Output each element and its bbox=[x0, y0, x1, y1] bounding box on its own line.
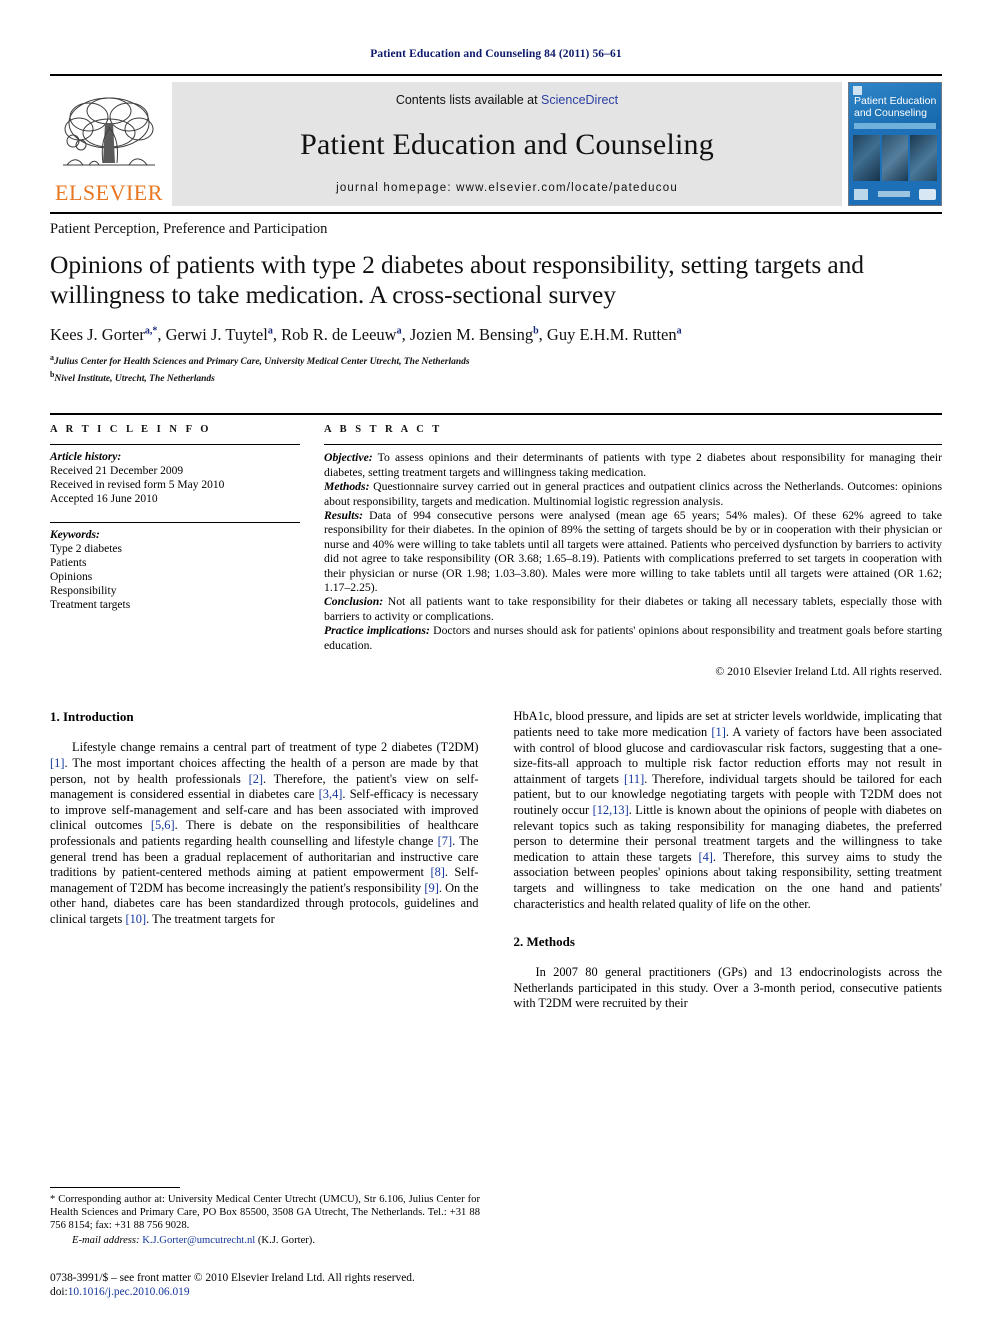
article-history-group: Article history: Received 21 December 20… bbox=[50, 445, 300, 506]
heading-methods: 2. Methods bbox=[513, 934, 575, 950]
citation-ref[interactable]: [8] bbox=[430, 865, 444, 879]
methods-label: Methods: bbox=[324, 480, 370, 494]
history-item: Received in revised form 5 May 2010 bbox=[50, 479, 225, 492]
body-column-right: HbA1c, blood pressure, and lipids are se… bbox=[514, 709, 943, 1012]
citation-ref[interactable]: [11] bbox=[624, 772, 644, 786]
footnote-block: * Corresponding author at: University Me… bbox=[50, 1187, 480, 1247]
keyword-item: Type 2 diabetes bbox=[50, 543, 123, 556]
doi-line: doi:10.1016/j.pec.2010.06.019 bbox=[50, 1285, 480, 1299]
affiliation-a: aJulius Center for Health Sciences and P… bbox=[50, 353, 470, 368]
journal-title: Patient Education and Counseling bbox=[300, 127, 714, 161]
abstract-column: A B S T R A C T Objective: To assess opi… bbox=[324, 424, 942, 679]
intro-paragraph-right: HbA1c, blood pressure, and lipids are se… bbox=[513, 709, 943, 911]
journal-cover-thumbnail: Patient Education and Counseling bbox=[848, 82, 942, 206]
heading-introduction: 1. Introduction bbox=[50, 709, 134, 725]
objective-label: Objective: bbox=[324, 451, 373, 465]
citation-ref[interactable]: [12,13] bbox=[593, 803, 629, 817]
conclusion-label: Conclusion: bbox=[324, 595, 384, 609]
doi-label: doi: bbox=[50, 1286, 68, 1298]
keyword-item: Opinions bbox=[50, 571, 93, 584]
abstract-results: Results: Data of 994 consecutive persons… bbox=[324, 509, 942, 595]
body-columns: 1. Introduction Lifestyle change remains… bbox=[50, 709, 942, 1012]
sciencedirect-link[interactable]: ScienceDirect bbox=[541, 93, 618, 107]
contents-prefix: Contents lists available at bbox=[395, 93, 538, 107]
citation-ref[interactable]: [3,4] bbox=[319, 787, 343, 801]
methods-paragraph: In 2007 80 general practitioners (GPs) a… bbox=[513, 965, 943, 1011]
running-head: Patient Education and Counseling 84 (201… bbox=[370, 48, 622, 60]
implications-label: Practice implications: bbox=[324, 624, 430, 638]
results-text: Data of 994 consecutive persons were ana… bbox=[324, 508, 942, 594]
author-list: Kees J. Gortera,*, Gerwi J. Tuytela, Rob… bbox=[50, 325, 682, 344]
article-info-kicker: A R T I C L E I N F O bbox=[50, 424, 212, 436]
abstract-objective: Objective: To assess opinions and their … bbox=[324, 451, 942, 480]
journal-section-heading: Patient Perception, Preference and Parti… bbox=[50, 221, 328, 237]
elsevier-tree-icon bbox=[63, 97, 155, 166]
contents-available-line: Contents lists available at ScienceDirec… bbox=[396, 93, 618, 107]
citation-ref[interactable]: [1] bbox=[711, 725, 725, 739]
keyword-item: Responsibility bbox=[50, 585, 117, 598]
history-item: Received 21 December 2009 bbox=[50, 465, 184, 478]
citation-ref[interactable]: [9] bbox=[424, 881, 438, 895]
cover-logo-left bbox=[854, 188, 868, 200]
email-label: E-mail address: bbox=[72, 1235, 140, 1246]
doi-link[interactable]: 10.1016/j.pec.2010.06.019 bbox=[68, 1286, 190, 1298]
email-note: E-mail address: K.J.Gorter@umcutrecht.nl… bbox=[50, 1234, 480, 1247]
footnote-rule bbox=[50, 1187, 180, 1188]
email-owner: (K.J. Gorter). bbox=[257, 1235, 315, 1246]
keywords-label: Keywords: bbox=[50, 529, 100, 542]
imprint-block: 0738-3991/$ – see front matter © 2010 El… bbox=[50, 1271, 480, 1299]
email-link[interactable]: K.J.Gorter@umcutrecht.nl bbox=[142, 1235, 255, 1246]
affiliations: aJulius Center for Health Sciences and P… bbox=[50, 352, 942, 385]
results-label: Results: bbox=[324, 508, 363, 522]
citation-ref[interactable]: [5,6] bbox=[151, 818, 175, 832]
cover-photo-strip bbox=[853, 135, 938, 181]
abstract-implications: Practice implications: Doctors and nurse… bbox=[324, 624, 942, 653]
abstract-body: Objective: To assess opinions and their … bbox=[324, 445, 942, 679]
citation-ref[interactable]: [2] bbox=[249, 772, 263, 786]
methods-text: Questionnaire survey carried out in gene… bbox=[324, 480, 942, 508]
elsevier-wordmark: ELSEVIER bbox=[55, 180, 163, 205]
abstract-conclusion: Conclusion: Not all patients want to tak… bbox=[324, 595, 942, 624]
journal-masthead: ELSEVIER Contents lists available at Sci… bbox=[50, 74, 942, 206]
keywords-group: Keywords: Type 2 diabetes Patients Opini… bbox=[50, 523, 300, 612]
article-page: Patient Education and Counseling 84 (201… bbox=[0, 0, 992, 1323]
cover-title: Patient Education and Counseling bbox=[854, 95, 937, 119]
elsevier-logo: ELSEVIER bbox=[50, 82, 168, 206]
citation-ref[interactable]: [10] bbox=[125, 912, 146, 926]
article-info-column: A R T I C L E I N F O Article history: R… bbox=[50, 424, 324, 679]
abstract-kicker: A B S T R A C T bbox=[324, 424, 443, 436]
page-title: Opinions of patients with type 2 diabete… bbox=[50, 250, 864, 309]
issn-copyright-line: 0738-3991/$ – see front matter © 2010 El… bbox=[50, 1272, 415, 1284]
cover-logo-middle bbox=[877, 191, 910, 197]
intro-paragraph-left: Lifestyle change remains a central part … bbox=[50, 740, 479, 926]
cover-subtitle-bar bbox=[854, 123, 936, 129]
citation-ref[interactable]: [1] bbox=[50, 756, 64, 770]
history-item: Accepted 16 June 2010 bbox=[50, 493, 158, 506]
objective-text: To assess opinions and their determinant… bbox=[324, 451, 942, 479]
affiliation-b: bNivel Institute, Utrecht, The Netherlan… bbox=[50, 369, 215, 384]
abstract-methods: Methods: Questionnaire survey carried ou… bbox=[324, 480, 942, 509]
citation-ref[interactable]: [4] bbox=[698, 850, 712, 864]
abstract-copyright: © 2010 Elsevier Ireland Ltd. All rights … bbox=[715, 665, 942, 678]
conclusion-text: Not all patients want to take responsibi… bbox=[324, 595, 942, 623]
info-abstract-block: A R T I C L E I N F O Article history: R… bbox=[50, 413, 942, 679]
journal-band: Contents lists available at ScienceDirec… bbox=[172, 82, 842, 206]
journal-homepage[interactable]: journal homepage: www.elsevier.com/locat… bbox=[336, 182, 678, 194]
keyword-item: Treatment targets bbox=[50, 599, 131, 612]
article-history-label: Article history: bbox=[50, 451, 122, 464]
keyword-item: Patients bbox=[50, 557, 87, 570]
body-column-left: 1. Introduction Lifestyle change remains… bbox=[50, 709, 479, 1012]
cover-logo-right bbox=[919, 188, 936, 200]
citation-ref[interactable]: [7] bbox=[438, 834, 452, 848]
cover-corner-mark bbox=[853, 86, 862, 95]
cover-footer-logos bbox=[854, 187, 936, 201]
corresponding-author-note: * Corresponding author at: University Me… bbox=[50, 1194, 480, 1231]
